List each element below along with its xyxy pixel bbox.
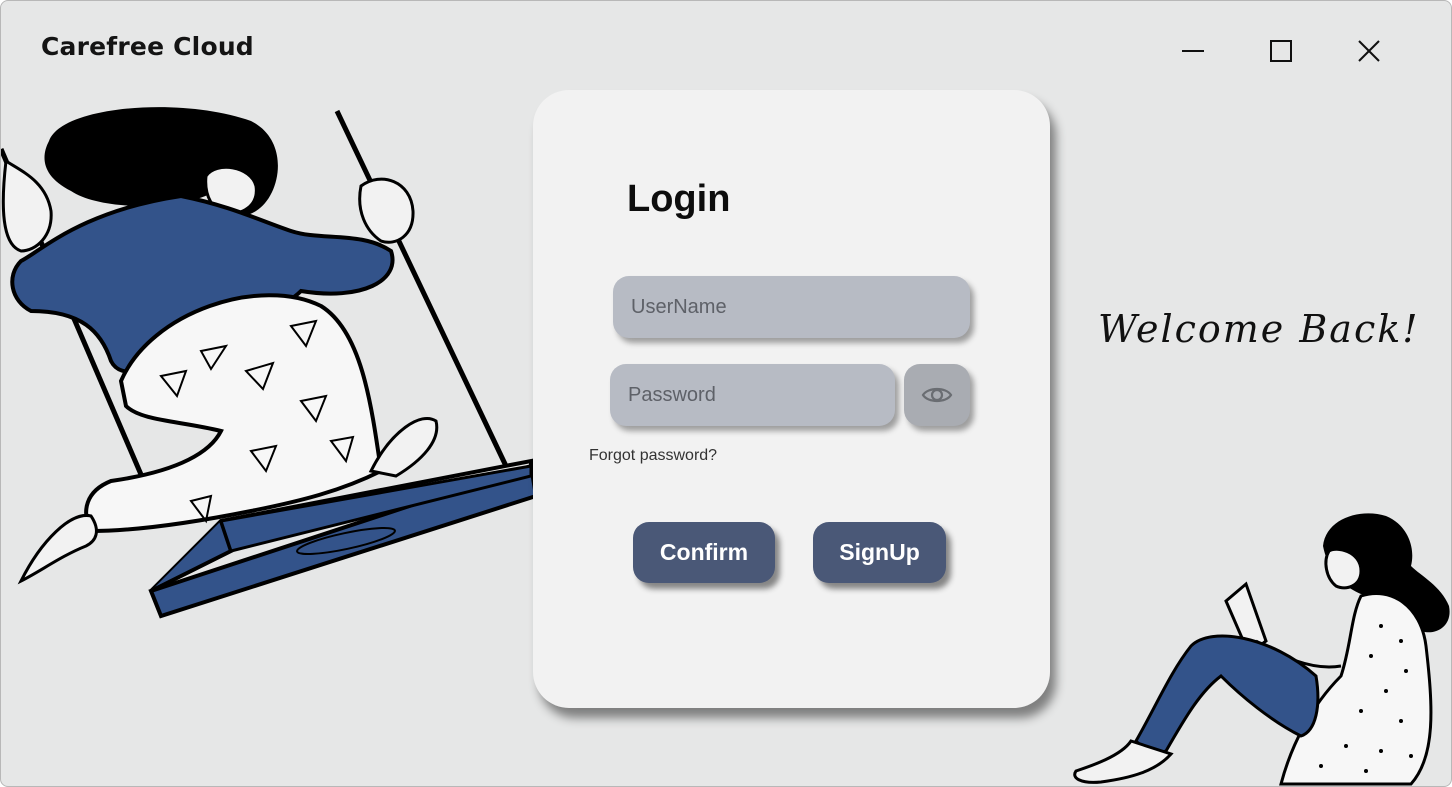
app-window: Carefree Cloud Welcome Back! Login UserN…	[0, 0, 1452, 787]
maximize-button[interactable]	[1237, 29, 1325, 73]
forgot-password-link[interactable]: Forgot password?	[589, 447, 717, 465]
close-button[interactable]	[1325, 29, 1413, 73]
minimize-icon	[1182, 50, 1204, 52]
window-controls	[1149, 29, 1413, 73]
app-title: Carefree Cloud	[41, 32, 254, 61]
eye-icon	[921, 387, 953, 403]
show-password-button[interactable]	[904, 364, 970, 426]
close-icon	[1358, 40, 1380, 62]
swing-illustration	[1, 107, 539, 619]
minimize-button[interactable]	[1149, 29, 1237, 73]
login-card: Login Forgot password? Confirm SignUp	[533, 90, 1050, 708]
confirm-button[interactable]: Confirm	[633, 522, 775, 583]
username-input[interactable]	[613, 276, 970, 338]
login-title: Login	[627, 178, 731, 220]
password-input[interactable]	[610, 364, 895, 426]
welcome-message: Welcome Back!	[1098, 307, 1420, 351]
signup-button[interactable]: SignUp	[813, 522, 946, 583]
reader-illustration	[1073, 513, 1450, 786]
maximize-icon	[1270, 40, 1292, 62]
